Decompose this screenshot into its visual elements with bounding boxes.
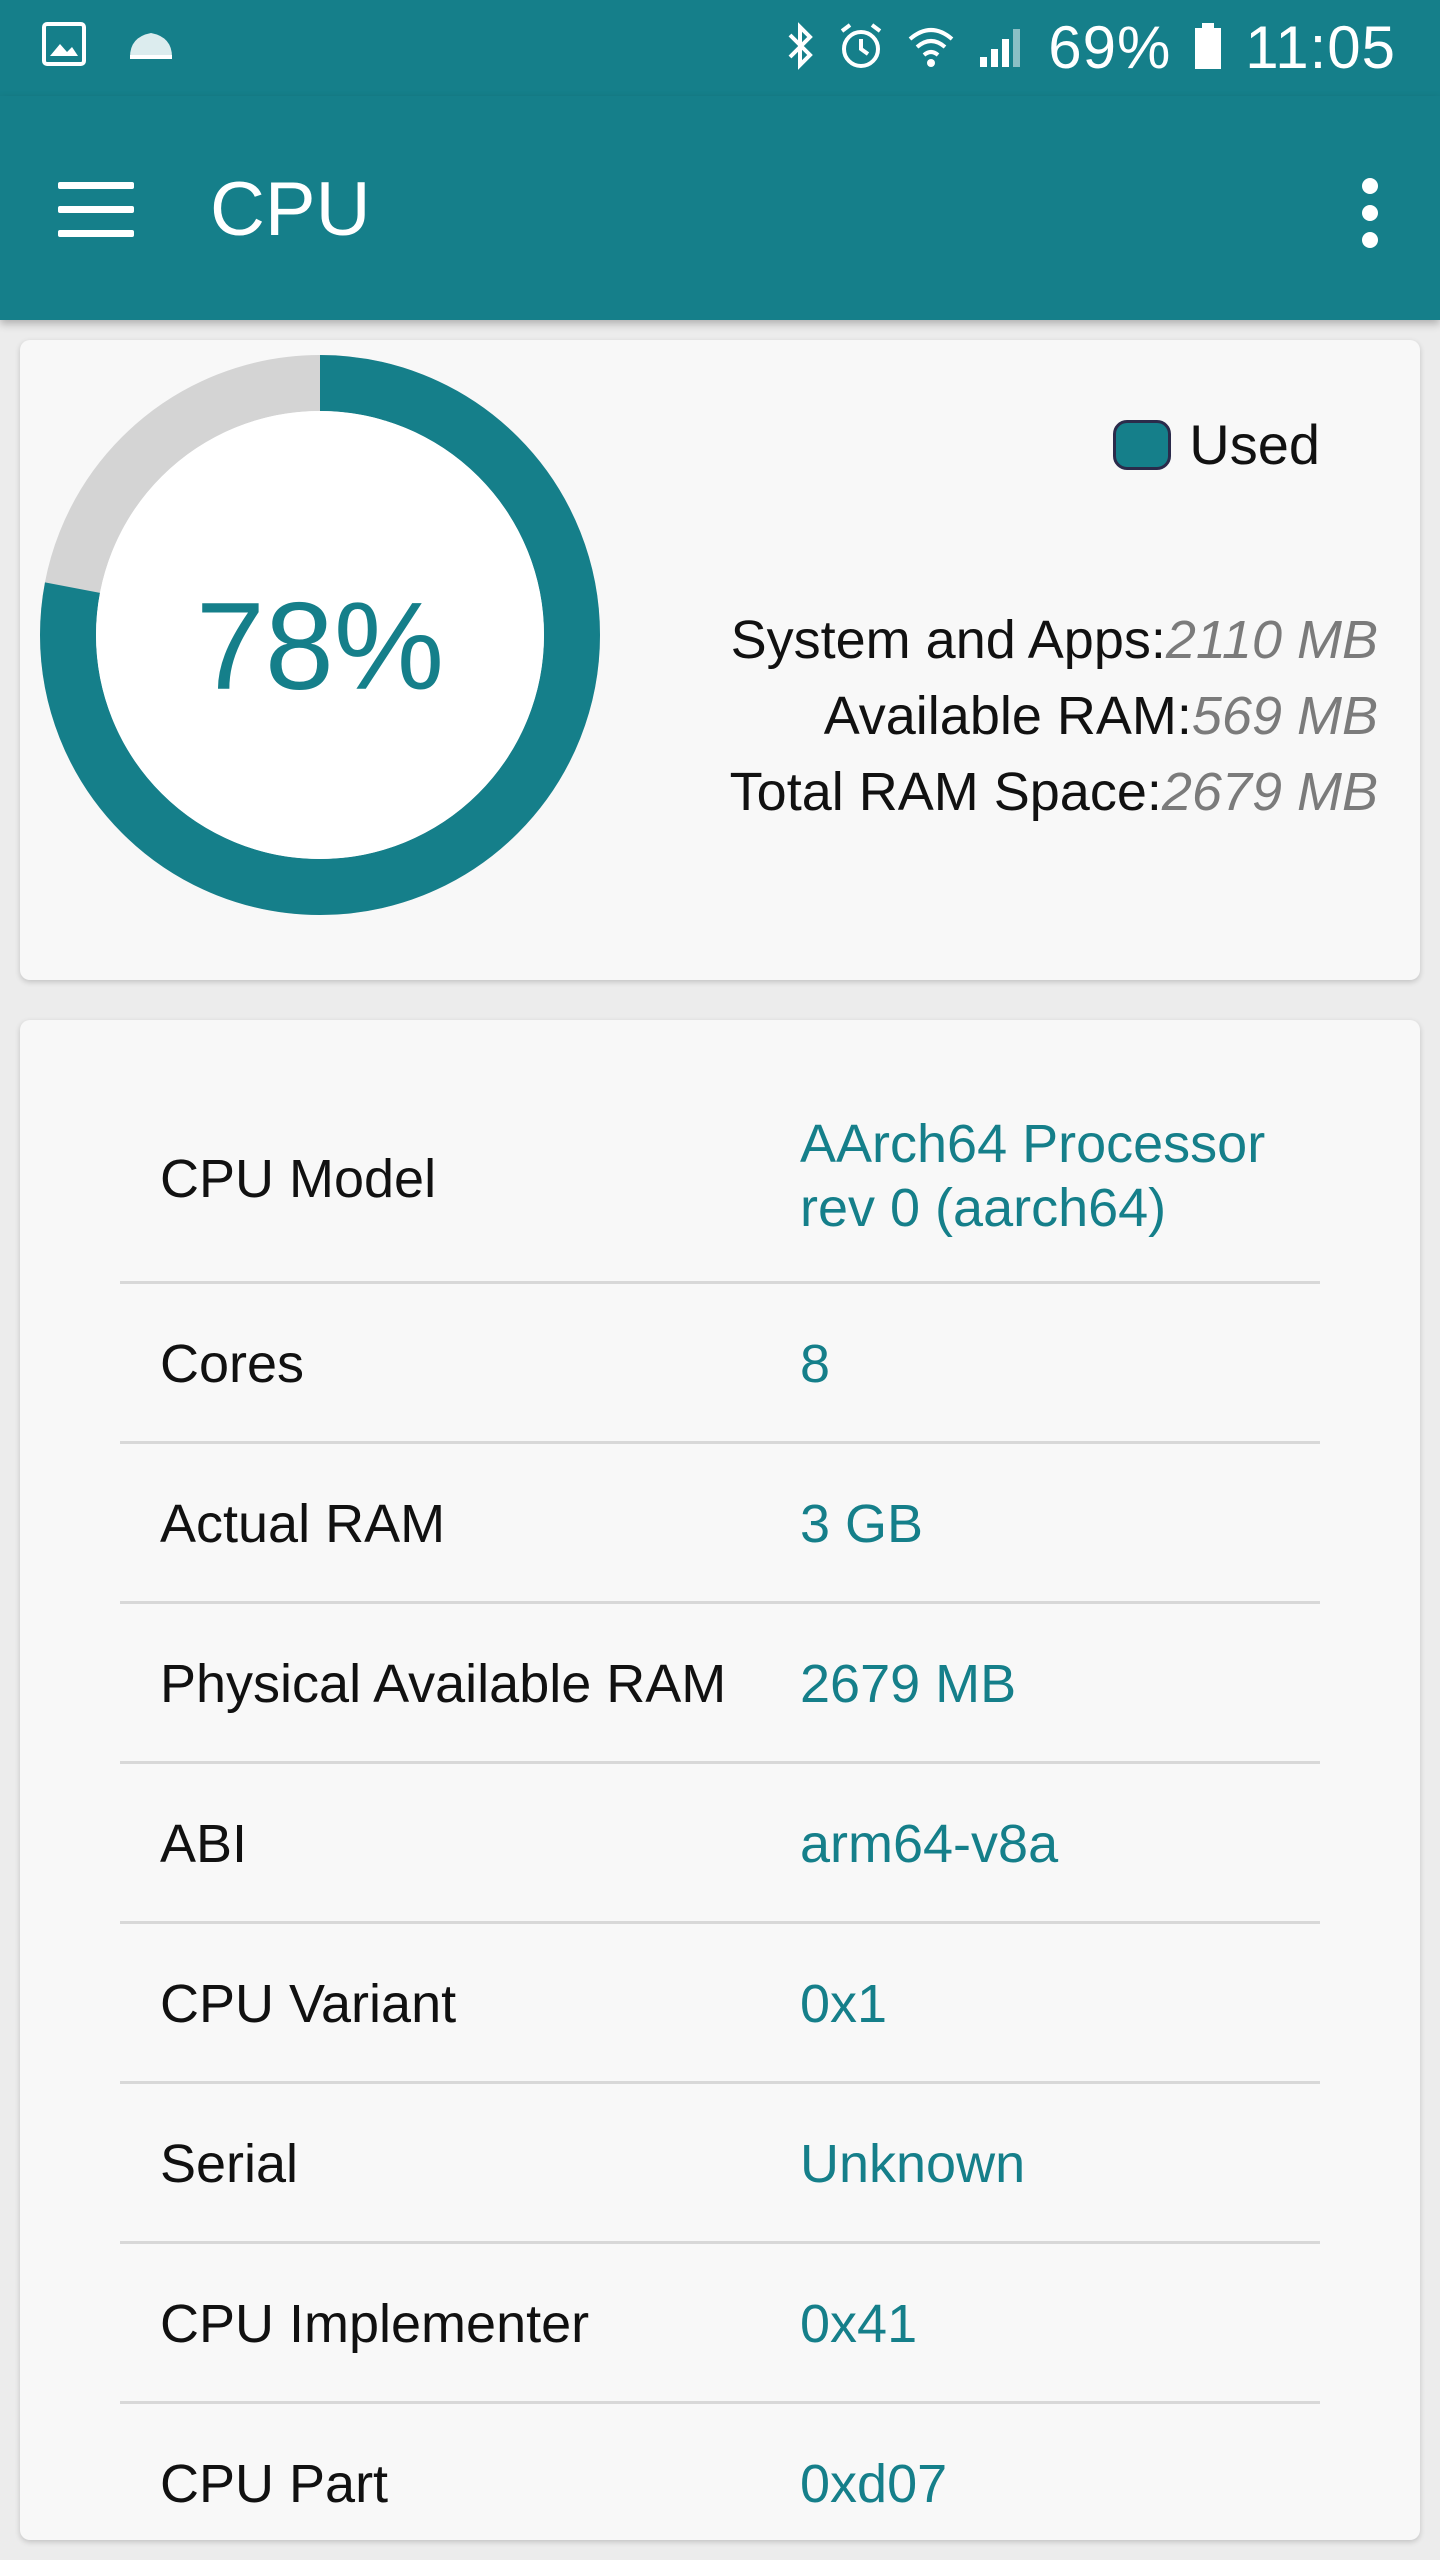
info-value: AArch64 Processor rev 0 (aarch64) bbox=[800, 1114, 1266, 1238]
info-value: arm64-v8a bbox=[800, 1814, 1059, 1874]
info-label: Serial bbox=[160, 2134, 299, 2194]
cpu-info-card: CPU Model AArch64 Processor rev 0 (aarch… bbox=[20, 1020, 1420, 2540]
alarm-icon bbox=[838, 21, 884, 76]
info-row-actual-ram: Actual RAM 3 GB bbox=[120, 1444, 1320, 1604]
info-label: CPU Implementer bbox=[160, 2294, 590, 2354]
info-row-cores: Cores 8 bbox=[120, 1284, 1320, 1444]
info-row-serial: Serial Unknown bbox=[120, 2084, 1320, 2244]
stat-system-apps: System and Apps:2110 MB bbox=[730, 602, 1378, 678]
signal-icon bbox=[978, 23, 1026, 74]
legend-swatch bbox=[1113, 419, 1172, 470]
clock: 11:05 bbox=[1245, 14, 1396, 81]
status-bar: 69% 11:05 bbox=[0, 0, 1440, 96]
info-label: Cores bbox=[160, 1334, 305, 1394]
page-title: CPU bbox=[210, 167, 371, 252]
wifi-icon bbox=[906, 23, 956, 74]
info-label: CPU Part bbox=[160, 2454, 389, 2514]
stat-value: 2110 MB bbox=[1165, 610, 1378, 670]
cloud-icon bbox=[126, 27, 176, 66]
stat-label: Available RAM: bbox=[823, 686, 1192, 746]
stat-available-ram: Available RAM:569 MB bbox=[730, 678, 1378, 754]
legend-label: Used bbox=[1189, 413, 1320, 476]
info-row-cpu-part: CPU Part 0xd07 bbox=[120, 2404, 1320, 2540]
info-label: Actual RAM bbox=[160, 1494, 446, 1554]
hamburger-menu-icon[interactable] bbox=[58, 182, 134, 238]
app-bar: CPU bbox=[0, 96, 1440, 320]
info-row-physical-ram: Physical Available RAM 2679 MB bbox=[120, 1604, 1320, 1764]
info-value: 0xd07 bbox=[800, 2454, 948, 2514]
info-label: ABI bbox=[160, 1814, 248, 1874]
info-label: CPU Model bbox=[160, 1149, 437, 1209]
stat-value: 569 MB bbox=[1191, 686, 1378, 746]
battery-icon bbox=[1193, 21, 1223, 76]
stat-value: 2679 MB bbox=[1161, 762, 1378, 822]
stat-total-ram: Total RAM Space:2679 MB bbox=[730, 754, 1378, 830]
stat-label: System and Apps: bbox=[730, 610, 1166, 670]
info-row-abi: ABI arm64-v8a bbox=[120, 1764, 1320, 1924]
ram-stats: System and Apps:2110 MB Available RAM:56… bbox=[730, 602, 1378, 830]
info-label: CPU Variant bbox=[160, 1974, 457, 2034]
legend: Used bbox=[1113, 412, 1320, 477]
info-row-cpu-implementer: CPU Implementer 0x41 bbox=[120, 2244, 1320, 2404]
info-row-cpu-model: CPU Model AArch64 Processor rev 0 (aarch… bbox=[120, 1070, 1320, 1284]
info-value: 3 GB bbox=[800, 1494, 924, 1554]
info-value: Unknown bbox=[800, 2134, 1026, 2194]
battery-percent: 69% bbox=[1048, 14, 1172, 81]
info-value: 0x1 bbox=[800, 1974, 888, 2034]
used-percent: 78% bbox=[195, 578, 445, 716]
info-value: 2679 MB bbox=[800, 1654, 1017, 1714]
gallery-icon bbox=[42, 22, 86, 71]
screen: 69% 11:05 CPU 78% Used System and Apps:2… bbox=[0, 0, 1440, 2560]
stat-label: Total RAM Space: bbox=[729, 762, 1162, 822]
more-vert-icon[interactable] bbox=[1358, 178, 1382, 248]
info-row-cpu-variant: CPU Variant 0x1 bbox=[120, 1924, 1320, 2084]
bluetooth-icon bbox=[786, 21, 816, 76]
ram-usage-card: 78% Used System and Apps:2110 MB Availab… bbox=[20, 340, 1420, 980]
info-value: 8 bbox=[800, 1334, 831, 1394]
info-label: Physical Available RAM bbox=[160, 1654, 727, 1714]
info-value: 0x41 bbox=[800, 2294, 918, 2354]
